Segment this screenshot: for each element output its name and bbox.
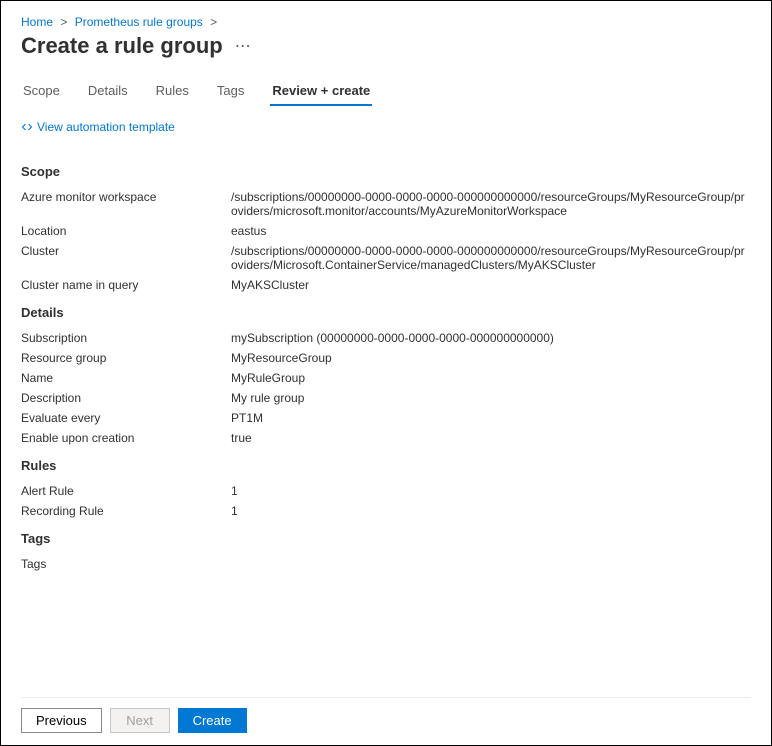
label-evaluate-every: Evaluate every (21, 411, 231, 425)
review-content: Scope Azure monitor workspace /subscript… (21, 154, 751, 697)
footer-buttons: Previous Next Create (21, 697, 751, 745)
row-description: Description My rule group (21, 388, 751, 408)
row-tags: Tags (21, 554, 751, 574)
label-description: Description (21, 391, 231, 405)
section-rules-heading: Rules (21, 458, 751, 473)
view-automation-template-link[interactable]: View automation template (21, 120, 175, 134)
value-resource-group: MyResourceGroup (231, 351, 332, 365)
row-alert-rule: Alert Rule 1 (21, 481, 751, 501)
label-location: Location (21, 224, 231, 238)
automation-link-row: View automation template (21, 120, 751, 136)
previous-button[interactable]: Previous (21, 708, 102, 733)
label-cluster-name-query: Cluster name in query (21, 278, 231, 292)
row-resource-group: Resource group MyResourceGroup (21, 348, 751, 368)
value-subscription: mySubscription (00000000-0000-0000-0000-… (231, 331, 554, 345)
tab-scope[interactable]: Scope (21, 77, 62, 106)
label-resource-group: Resource group (21, 351, 231, 365)
value-enable-upon-creation: true (231, 431, 252, 445)
breadcrumb-home[interactable]: Home (21, 15, 53, 29)
row-recording-rule: Recording Rule 1 (21, 501, 751, 521)
value-description: My rule group (231, 391, 304, 405)
label-name: Name (21, 371, 231, 385)
label-alert-rule: Alert Rule (21, 484, 231, 498)
value-cluster-name-query: MyAKSCluster (231, 278, 309, 292)
label-enable-upon-creation: Enable upon creation (21, 431, 231, 445)
section-tags-heading: Tags (21, 531, 751, 546)
more-icon[interactable]: ⋯ (235, 36, 251, 56)
page-container: Home > Prometheus rule groups > Create a… (0, 0, 772, 746)
label-cluster: Cluster (21, 244, 231, 258)
chevron-right-icon: > (210, 15, 217, 29)
label-azure-monitor-workspace: Azure monitor workspace (21, 190, 231, 204)
row-subscription: Subscription mySubscription (00000000-00… (21, 328, 751, 348)
value-evaluate-every: PT1M (231, 411, 263, 425)
row-cluster-name-query: Cluster name in query MyAKSCluster (21, 275, 751, 295)
tab-details[interactable]: Details (86, 77, 130, 106)
tab-rules[interactable]: Rules (154, 77, 191, 106)
title-row: Create a rule group ⋯ (21, 33, 751, 59)
row-location: Location eastus (21, 221, 751, 241)
breadcrumb: Home > Prometheus rule groups > (21, 15, 751, 29)
row-enable-upon-creation: Enable upon creation true (21, 428, 751, 448)
row-name: Name MyRuleGroup (21, 368, 751, 388)
value-recording-rule: 1 (231, 504, 238, 518)
create-button[interactable]: Create (178, 708, 247, 733)
tab-tags[interactable]: Tags (215, 77, 246, 106)
code-icon (21, 121, 33, 133)
tab-review-create[interactable]: Review + create (270, 77, 372, 106)
view-automation-template-label: View automation template (37, 120, 175, 134)
row-evaluate-every: Evaluate every PT1M (21, 408, 751, 428)
label-recording-rule: Recording Rule (21, 504, 231, 518)
next-button: Next (110, 708, 170, 733)
tabs: Scope Details Rules Tags Review + create (21, 77, 751, 106)
value-alert-rule: 1 (231, 484, 238, 498)
value-cluster: /subscriptions/00000000-0000-0000-0000-0… (231, 244, 751, 272)
label-tags: Tags (21, 557, 231, 571)
chevron-right-icon: > (60, 15, 67, 29)
row-cluster: Cluster /subscriptions/00000000-0000-000… (21, 241, 751, 275)
breadcrumb-parent[interactable]: Prometheus rule groups (75, 15, 203, 29)
page-title: Create a rule group (21, 33, 223, 59)
value-name: MyRuleGroup (231, 371, 305, 385)
label-subscription: Subscription (21, 331, 231, 345)
value-azure-monitor-workspace: /subscriptions/00000000-0000-0000-0000-0… (231, 190, 751, 218)
row-azure-monitor-workspace: Azure monitor workspace /subscriptions/0… (21, 187, 751, 221)
value-location: eastus (231, 224, 266, 238)
section-scope-heading: Scope (21, 164, 751, 179)
section-details-heading: Details (21, 305, 751, 320)
